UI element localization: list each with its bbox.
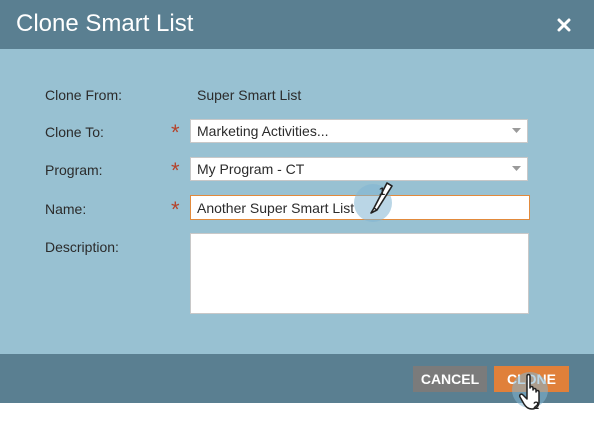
- program-select[interactable]: My Program - CT: [190, 157, 528, 181]
- dialog-header: Clone Smart List: [0, 0, 594, 49]
- clone-to-select[interactable]: Marketing Activities...: [190, 119, 528, 143]
- clone-from-label: Clone From:: [45, 87, 123, 103]
- description-textarea[interactable]: [190, 233, 529, 314]
- close-icon: [557, 18, 571, 32]
- dialog-title: Clone Smart List: [16, 10, 194, 37]
- program-required-mark: *: [171, 158, 180, 183]
- clone-from-value: Super Smart List: [197, 87, 302, 103]
- cancel-button[interactable]: CANCEL: [413, 366, 487, 392]
- program-label: Program:: [45, 162, 103, 178]
- description-label: Description:: [45, 239, 119, 255]
- chevron-down-icon: [512, 128, 521, 133]
- name-label: Name:: [45, 201, 87, 217]
- clone-to-required-mark: *: [171, 120, 180, 145]
- close-button[interactable]: [552, 13, 576, 37]
- step2-number: 2: [532, 400, 540, 412]
- clone-to-label: Clone To:: [45, 124, 104, 140]
- step1-number: 1: [378, 186, 386, 198]
- chevron-down-icon: [512, 166, 521, 171]
- name-required-mark: *: [171, 197, 180, 222]
- clone-smart-list-dialog: Clone Smart List Clone From: Super Smart…: [0, 0, 594, 403]
- program-selected-value: My Program - CT: [197, 161, 305, 177]
- clone-to-selected-value: Marketing Activities...: [197, 123, 329, 139]
